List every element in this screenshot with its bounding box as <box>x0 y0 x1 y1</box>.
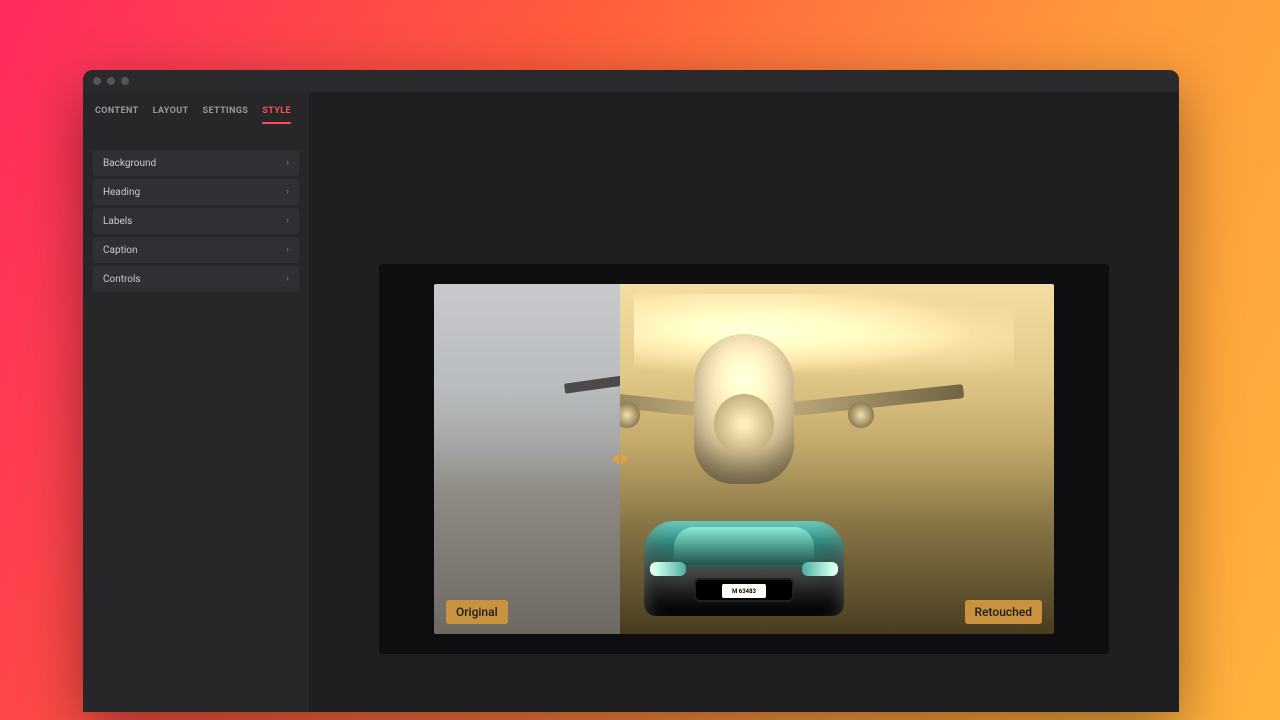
traffic-light-minimize[interactable] <box>107 77 115 85</box>
traffic-light-close[interactable] <box>93 77 101 85</box>
accordion-item-caption[interactable]: Caption › <box>93 237 299 263</box>
accordion-item-controls[interactable]: Controls › <box>93 266 299 292</box>
chevron-right-icon: › <box>286 216 289 226</box>
accordion-label: Background <box>103 158 156 169</box>
style-accordion: Background › Heading › Labels › Caption … <box>83 130 309 292</box>
app-window: CONTENT LAYOUT SETTINGS STYLE Background… <box>83 70 1179 712</box>
tab-style[interactable]: STYLE <box>262 106 291 122</box>
app-body: CONTENT LAYOUT SETTINGS STYLE Background… <box>83 92 1179 712</box>
accordion-label: Heading <box>103 187 140 198</box>
arrow-left-icon <box>612 453 619 465</box>
after-side: M 63483 <box>620 284 1054 634</box>
traffic-light-zoom[interactable] <box>121 77 129 85</box>
chevron-right-icon: › <box>286 187 289 197</box>
accordion-item-background[interactable]: Background › <box>93 150 299 176</box>
preview-canvas: M 63483 Original Retouched <box>379 264 1109 654</box>
sidebar: CONTENT LAYOUT SETTINGS STYLE Background… <box>83 92 309 712</box>
page-background: CONTENT LAYOUT SETTINGS STYLE Background… <box>0 0 1280 720</box>
accordion-label: Caption <box>103 245 138 256</box>
before-side <box>434 284 620 634</box>
chevron-right-icon: › <box>286 274 289 284</box>
preview-area: M 63483 Original Retouched <box>309 92 1179 712</box>
arrow-right-icon <box>621 453 628 465</box>
before-label: Original <box>446 600 508 624</box>
accordion-label: Labels <box>103 216 132 227</box>
accordion-item-labels[interactable]: Labels › <box>93 208 299 234</box>
chevron-right-icon: › <box>286 158 289 168</box>
after-image: M 63483 <box>620 284 1054 634</box>
tab-settings[interactable]: SETTINGS <box>203 106 249 122</box>
accordion-label: Controls <box>103 274 141 285</box>
accordion-item-heading[interactable]: Heading › <box>93 179 299 205</box>
sidebar-tabs: CONTENT LAYOUT SETTINGS STYLE <box>83 92 309 130</box>
before-image <box>434 284 620 634</box>
window-titlebar <box>83 70 1179 92</box>
slider-handle[interactable] <box>606 445 634 473</box>
after-label: Retouched <box>965 600 1042 624</box>
chevron-right-icon: › <box>286 245 289 255</box>
license-plate: M 63483 <box>722 584 766 598</box>
tab-layout[interactable]: LAYOUT <box>153 106 189 122</box>
before-after-slider[interactable]: M 63483 Original Retouched <box>434 284 1054 634</box>
tab-content[interactable]: CONTENT <box>95 106 139 122</box>
